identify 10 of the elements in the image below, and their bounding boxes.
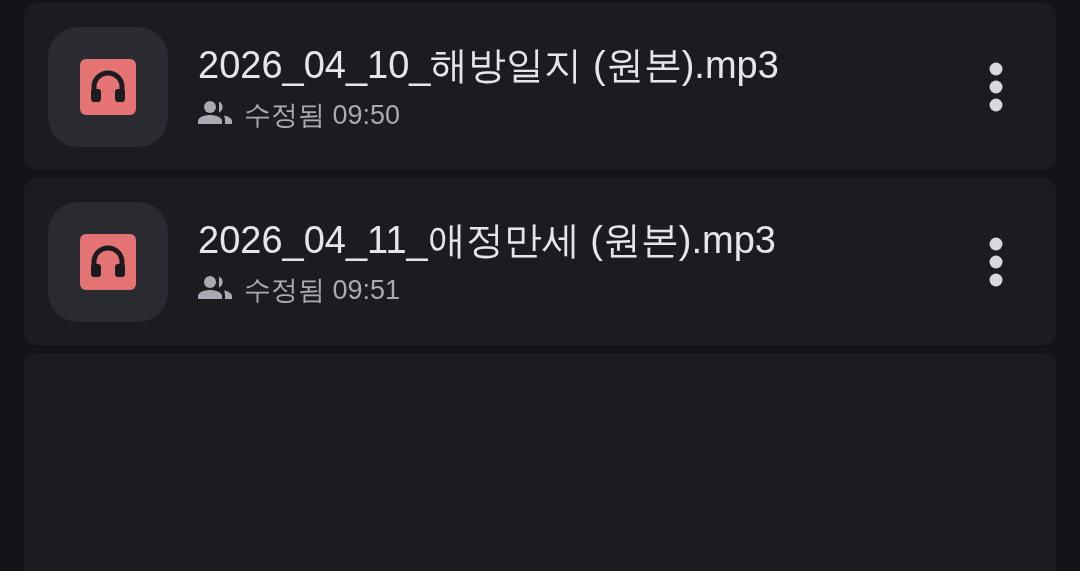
more-vertical-icon — [989, 235, 1003, 288]
headphones-icon — [80, 58, 136, 115]
file-list-item[interactable]: 2026_04_11_애정만세 (원본).mp3 수정됨 09:51 — [24, 178, 1056, 345]
file-list-item[interactable]: 2026_04_10_해방일지 (원본).mp3 수정됨 09:50 — [24, 3, 1056, 170]
headphones-icon — [80, 233, 136, 290]
modified-time: 수정됨 09:50 — [244, 99, 401, 132]
file-name[interactable]: 2026_04_11_애정만세 (원본).mp3 — [198, 215, 776, 266]
file-name[interactable]: 2026_04_10_해방일지 (원본).mp3 — [198, 40, 779, 91]
modified-time: 수정됨 09:51 — [244, 274, 401, 307]
more-vertical-icon — [989, 60, 1003, 113]
